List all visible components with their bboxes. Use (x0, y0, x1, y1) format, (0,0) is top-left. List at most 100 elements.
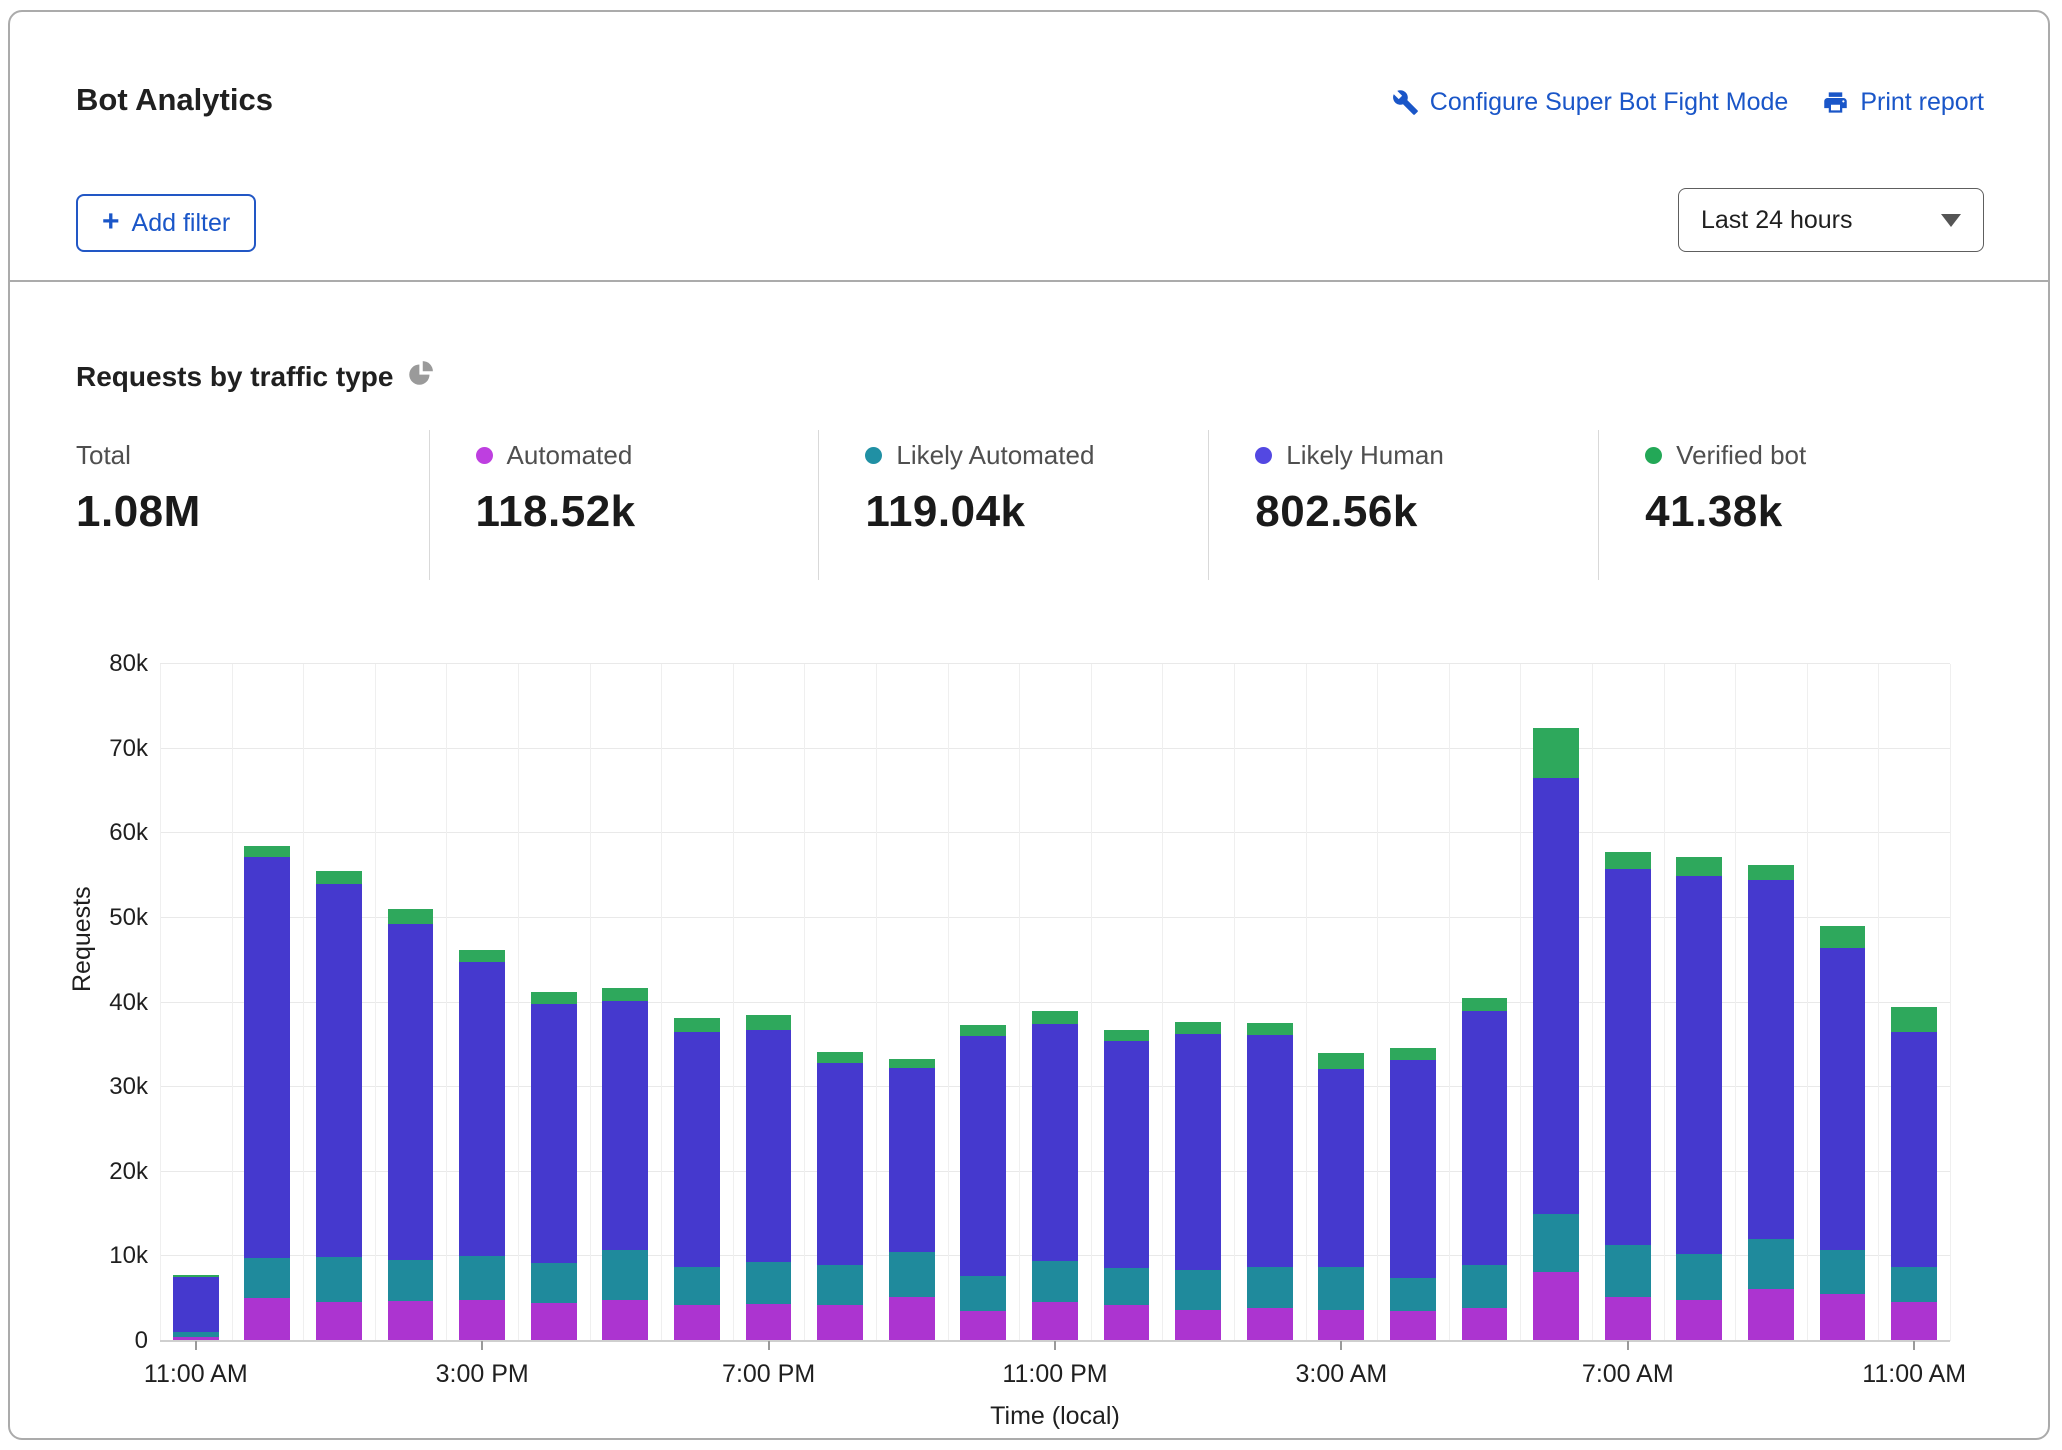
x-tick-mark (1054, 1341, 1056, 1350)
bar-slot (1019, 664, 1091, 1341)
stacked-bar (1748, 865, 1794, 1341)
header-actions: Configure Super Bot Fight Mode Print rep… (1392, 88, 1984, 117)
stacked-bar (1247, 1023, 1293, 1341)
bar-slot (232, 664, 304, 1341)
y-tick-label: 30k (28, 1073, 148, 1101)
bar-segment-likely-automated (1605, 1245, 1651, 1297)
stat-automated-label: Automated (507, 440, 633, 471)
bar-segment-likely-human (388, 924, 434, 1260)
time-range-dropdown[interactable]: Last 24 hours (1678, 188, 1984, 252)
x-axis-title: Time (local) (160, 1402, 1950, 1431)
requests-bar-chart: 11:00 AM3:00 PM7:00 PM11:00 PM3:00 AM7:0… (160, 664, 1950, 1341)
bar-segment-verified-bot (1676, 857, 1722, 876)
bar-slot (1520, 664, 1592, 1341)
stat-automated-value: 118.52k (476, 487, 819, 537)
bar-segment-verified-bot (746, 1015, 792, 1029)
stat-likely-human-value: 802.56k (1255, 487, 1598, 537)
bar-slot (948, 664, 1020, 1341)
y-tick-label: 20k (28, 1158, 148, 1186)
bar-segment-likely-human (1390, 1060, 1436, 1277)
bar-segment-automated (1533, 1272, 1579, 1341)
chart-bars (160, 664, 1950, 1341)
bar-segment-verified-bot (1462, 998, 1508, 1011)
stacked-bar (316, 871, 362, 1341)
y-tick-label: 40k (28, 989, 148, 1017)
bar-slot (1377, 664, 1449, 1341)
x-tick-mark (1627, 1341, 1629, 1350)
bar-segment-likely-human (889, 1068, 935, 1252)
x-tick-label: 3:00 PM (436, 1360, 529, 1389)
bar-segment-likely-human (1175, 1034, 1221, 1270)
stats-row: Total 1.08M Automated 118.52k Likely Aut… (76, 430, 1988, 580)
stat-verified-bot[interactable]: Verified bot 41.38k (1598, 430, 1988, 580)
section-title-row: Requests by traffic type (76, 360, 434, 394)
bar-segment-automated (1247, 1308, 1293, 1341)
section-title: Requests by traffic type (76, 361, 393, 393)
bar-segment-verified-bot (960, 1025, 1006, 1036)
bar-segment-likely-automated (960, 1276, 1006, 1311)
configure-super-bot-fight-mode-link[interactable]: Configure Super Bot Fight Mode (1392, 88, 1789, 117)
bar-segment-automated (1676, 1300, 1722, 1341)
stacked-bar (1820, 926, 1866, 1341)
bar-segment-automated (817, 1305, 863, 1341)
bar-segment-automated (1748, 1289, 1794, 1341)
bar-segment-automated (746, 1304, 792, 1341)
bar-slot (375, 664, 447, 1341)
bar-slot (303, 664, 375, 1341)
stat-total-value: 1.08M (76, 487, 429, 537)
bar-slot (1306, 664, 1378, 1341)
bar-segment-likely-automated (889, 1252, 935, 1297)
bar-segment-verified-bot (1891, 1007, 1937, 1032)
stat-verified-bot-label: Verified bot (1676, 440, 1806, 471)
stat-automated[interactable]: Automated 118.52k (429, 430, 819, 580)
bar-slot (1663, 664, 1735, 1341)
stacked-bar (1605, 852, 1651, 1341)
bar-slot (590, 664, 662, 1341)
bar-segment-likely-human (602, 1001, 648, 1250)
bar-segment-automated (1175, 1310, 1221, 1341)
bar-segment-likely-human (1247, 1035, 1293, 1268)
bar-segment-automated (316, 1302, 362, 1341)
bar-segment-verified-bot (1533, 728, 1579, 779)
print-report-link[interactable]: Print report (1822, 88, 1984, 117)
configure-link-label: Configure Super Bot Fight Mode (1430, 88, 1789, 117)
bar-segment-automated (1891, 1302, 1937, 1341)
stacked-bar (388, 909, 434, 1341)
x-tick-label: 7:00 PM (722, 1360, 815, 1389)
bar-segment-likely-human (674, 1032, 720, 1266)
bar-segment-likely-human (244, 857, 290, 1258)
stat-likely-human-label: Likely Human (1286, 440, 1444, 471)
bar-segment-verified-bot (889, 1059, 935, 1067)
bar-segment-verified-bot (531, 992, 577, 1004)
chevron-down-icon (1941, 214, 1961, 227)
stat-likely-human[interactable]: Likely Human 802.56k (1208, 430, 1598, 580)
y-tick-label: 80k (28, 650, 148, 678)
x-tick-label: 3:00 AM (1296, 1360, 1388, 1389)
vertical-gridline (1950, 664, 1951, 1341)
bar-segment-verified-bot (316, 871, 362, 884)
bar-segment-automated (1390, 1311, 1436, 1341)
header-divider (10, 280, 2048, 282)
add-filter-button[interactable]: + Add filter (76, 194, 256, 252)
bar-segment-likely-automated (1891, 1267, 1937, 1303)
stacked-bar (817, 1052, 863, 1341)
bar-slot (1234, 664, 1306, 1341)
bar-segment-likely-human (316, 884, 362, 1257)
bar-segment-verified-bot (1820, 926, 1866, 947)
bar-segment-automated (1318, 1310, 1364, 1341)
bar-segment-likely-automated (674, 1267, 720, 1306)
stat-likely-automated[interactable]: Likely Automated 119.04k (818, 430, 1208, 580)
verified-bot-dot-icon (1645, 447, 1662, 464)
bar-segment-likely-automated (388, 1260, 434, 1301)
stacked-bar (1533, 728, 1579, 1342)
bar-segment-verified-bot (1318, 1053, 1364, 1068)
bar-segment-verified-bot (817, 1052, 863, 1064)
bar-slot (804, 664, 876, 1341)
bar-slot (1735, 664, 1807, 1341)
stat-total: Total 1.08M (76, 430, 429, 580)
bar-segment-likely-automated (1462, 1265, 1508, 1308)
stacked-bar (1676, 857, 1722, 1341)
stat-total-label: Total (76, 440, 131, 471)
y-axis-title: Requests (68, 886, 97, 992)
stacked-bar (889, 1059, 935, 1341)
